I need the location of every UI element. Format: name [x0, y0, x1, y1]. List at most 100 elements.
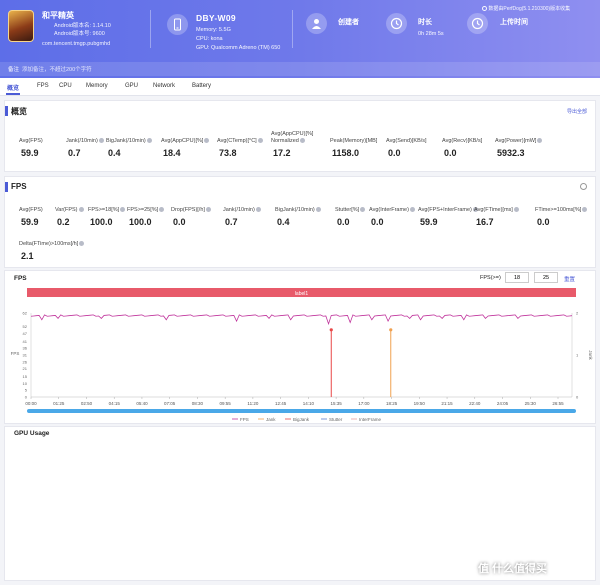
tab-network[interactable]: Network [153, 83, 175, 89]
help-icon[interactable] [257, 138, 263, 144]
metric-label-text: Avg(FTime)[ms] [474, 207, 513, 213]
metric-label-text: Avg(FPS) [19, 138, 43, 144]
help-icon[interactable] [513, 207, 519, 213]
info-icon [482, 6, 487, 12]
tab-overview[interactable]: 概览 [7, 83, 19, 92]
collapse-icon[interactable] [580, 183, 587, 190]
upload-clock-icon [467, 13, 488, 34]
tab-bar: 概览 FPS CPU Memory GPU Network Battery [0, 78, 600, 96]
tab-cpu[interactable]: CPU [59, 83, 72, 89]
metric-label: Avg(FPS) [19, 207, 43, 214]
metric-value: 0.7 [225, 217, 238, 227]
metric-value: 0.4 [108, 148, 121, 158]
android-version-name: Android版本名: 1.14.10 [54, 23, 111, 29]
note-input[interactable]: 添加备注，不超过200个字符 [22, 65, 92, 73]
tab-fps[interactable]: FPS [37, 83, 49, 89]
help-icon[interactable] [78, 207, 84, 213]
android-version-code: Android版本号: 9600 [54, 31, 105, 37]
metric-label: FPS>=18[%] [88, 207, 126, 214]
version-text: 数据由PerfDog(5.1.210300)版本收集 [488, 6, 571, 12]
reset-button[interactable]: 重置 [564, 275, 575, 283]
metric-label: Avg(Power)[mW] [495, 138, 543, 145]
device-name: DBY-W09 [196, 13, 236, 23]
metric-label-text: Jank(/10min) [223, 207, 255, 213]
metric-label: Avg(Recv)[KB/s] [442, 138, 482, 145]
metric-label: Avg(CTemp)[°C] [217, 138, 263, 145]
clock-icon [386, 13, 407, 34]
metric-label: FPS>=25[%] [127, 207, 165, 214]
help-icon[interactable] [299, 138, 305, 144]
fps-panel: FPS Avg(FPS) 59.9 Var(FPS) 0.2 FPS>=18[%] 100… [4, 176, 596, 268]
metric-value: 0.0 [537, 217, 550, 227]
fps-chart-panel: FPS [4, 270, 596, 424]
active-tab-indicator [6, 93, 20, 95]
metric-label: Avg(FPS+InterFrame) [418, 207, 478, 214]
duration-label: 时长 [418, 19, 432, 26]
app-icon [8, 10, 34, 42]
help-icon[interactable] [204, 138, 210, 144]
metric-label-text: Avg(FPS+InterFrame) [418, 207, 472, 213]
metric-value: 73.8 [219, 148, 237, 158]
metric-label: Var(FPS) [55, 207, 84, 214]
creator-label: 创建者 [338, 19, 359, 26]
metric-value: 0.7 [68, 148, 81, 158]
duration-value: 0h 28m 5s [418, 31, 444, 37]
metric-label: FTime>=100ms[%] [535, 207, 588, 214]
help-icon[interactable] [255, 207, 261, 213]
help-icon[interactable] [146, 138, 152, 144]
help-icon[interactable] [537, 138, 543, 144]
metric-value: 0.0 [371, 217, 384, 227]
app-info: 和平精英 Android版本名: 1.14.10 Android版本号: 960… [8, 8, 158, 52]
watermark: 值 什么值得买 [478, 563, 548, 575]
help-icon[interactable] [79, 241, 85, 247]
metric-value: 59.9 [21, 217, 39, 227]
note-label: 备注 [8, 67, 20, 73]
metric-label-text: Jank(/10min) [66, 138, 98, 144]
metric-value: 16.7 [476, 217, 494, 227]
metric-value: 0.0 [388, 148, 401, 158]
metric-label: Avg(AppCPU)[%] [161, 138, 210, 145]
header-divider [150, 10, 151, 48]
tab-battery[interactable]: Battery [192, 83, 211, 89]
metric-label: Avg(AppCPU)[%] Normalized [271, 131, 313, 145]
help-icon[interactable] [120, 207, 126, 213]
tab-gpu[interactable]: GPU [125, 83, 138, 89]
metric-value: 100.0 [129, 217, 152, 227]
app-package: com.tencent.tmgp.pubgmhd [42, 41, 111, 47]
metric-label-text: Avg(Recv)[KB/s] [442, 138, 483, 144]
metric-label-text: Avg(FPS) [19, 207, 43, 213]
fps-threshold-input-1[interactable] [505, 272, 529, 283]
metric-value: 5932.3 [497, 148, 525, 158]
help-icon[interactable] [159, 207, 165, 213]
fps-threshold-input-2[interactable] [534, 272, 558, 283]
help-icon[interactable] [582, 207, 588, 213]
metric-value: 0.0 [444, 148, 457, 158]
metric-label: Jank(/10min) [223, 207, 261, 214]
metric-value: 2.1 [21, 251, 34, 261]
metric-label-text: Avg(InterFrame) [369, 207, 409, 213]
tab-memory[interactable]: Memory [86, 83, 108, 89]
note-bar[interactable]: 备注 添加备注，不超过200个字符 [0, 62, 600, 76]
metric-label-text: Var(FPS) [55, 207, 78, 213]
metric-label: Jank(/10min) [66, 138, 104, 145]
metric-value: 59.9 [21, 148, 39, 158]
metric-label: Delta(FTime)>100ms[/h] [19, 241, 85, 248]
phone-icon [167, 14, 188, 35]
metric-label-text: Avg(Power)[mW] [495, 138, 537, 144]
metric-label-text: Delta(FTime)>100ms[/h] [19, 241, 79, 247]
metric-label-text: Drop(FPS)[/h] [171, 207, 205, 213]
gpu-chart-title: GPU Usage [14, 430, 50, 437]
help-icon[interactable] [205, 207, 211, 213]
metric-label-text: Avg(AppCPU)[%] [161, 138, 204, 144]
overview-panel: 概览 导出全部 Avg(FPS) 59.9 Jank(/10min) 0.7 BigJa… [4, 100, 596, 172]
fps-chart-title: FPS [14, 275, 27, 282]
section-marker [5, 182, 8, 192]
help-icon[interactable] [360, 207, 366, 213]
fps-title: FPS [11, 182, 27, 191]
report-header: 和平精英 Android版本名: 1.14.10 Android版本号: 960… [0, 0, 600, 78]
metric-label: Peak(Memory)[MB] [330, 138, 377, 145]
help-icon[interactable] [409, 207, 415, 213]
export-all-link[interactable]: 导出全部 [567, 108, 587, 115]
help-icon[interactable] [98, 138, 104, 144]
help-icon[interactable] [315, 207, 321, 213]
